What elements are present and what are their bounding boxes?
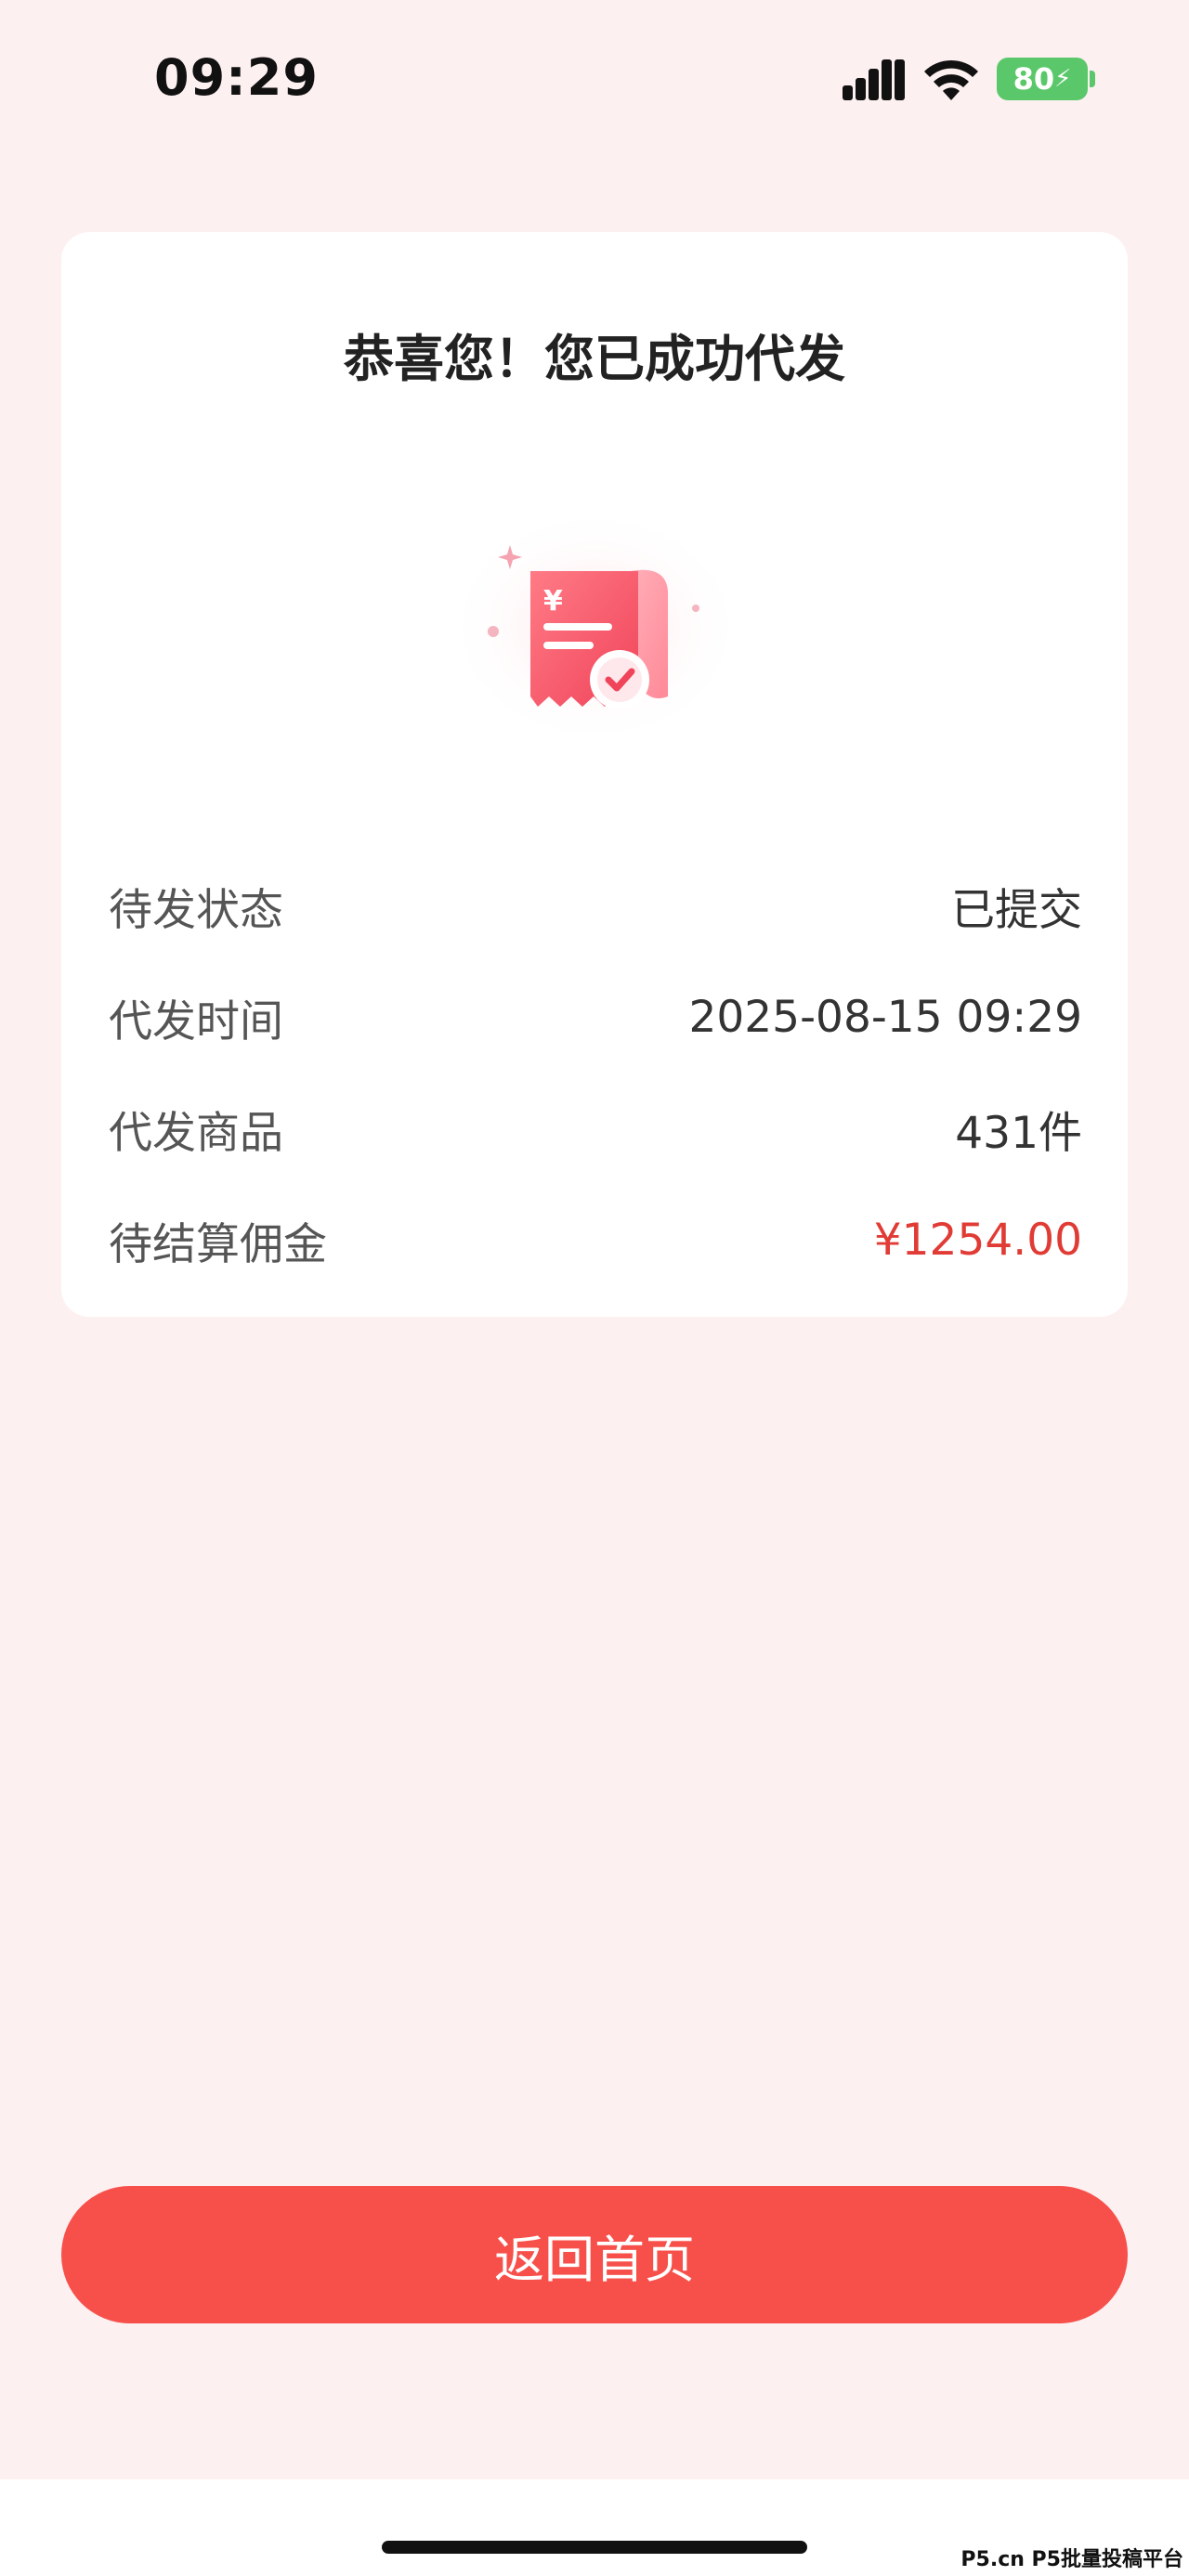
time-label: 代发时间 bbox=[109, 995, 283, 1047]
commission-label: 待结算佣金 bbox=[109, 1218, 327, 1270]
page-title: 恭喜您！您已成功代发 bbox=[344, 330, 845, 388]
battery-charging-icon: 80 ⚡ bbox=[997, 58, 1088, 100]
row-commission: 待结算佣金 ¥1254.00 bbox=[109, 1207, 1082, 1272]
battery-level: 80 bbox=[1013, 61, 1055, 97]
goods-value: 431件 bbox=[955, 1107, 1082, 1159]
status-value: 已提交 bbox=[951, 884, 1082, 936]
watermark: P5.cn P5批量投稿平台 bbox=[960, 2548, 1183, 2571]
wifi-icon bbox=[924, 59, 978, 100]
status-time: 09:29 bbox=[154, 48, 319, 107]
row-status: 待发状态 已提交 bbox=[109, 873, 1082, 938]
result-card: 恭喜您！您已成功代发 ¥ 待发状态 已提交 代发时间 2025-08-15 09… bbox=[61, 232, 1128, 1317]
return-home-button[interactable]: 返回首页 bbox=[61, 2186, 1128, 2323]
cellular-signal-icon bbox=[843, 59, 905, 100]
home-indicator[interactable] bbox=[382, 2541, 807, 2554]
commission-value: ¥1254.00 bbox=[873, 1214, 1082, 1266]
battery-cap bbox=[1090, 71, 1095, 87]
row-goods: 代发商品 431件 bbox=[109, 1096, 1082, 1161]
charging-bolt-icon: ⚡ bbox=[1054, 65, 1072, 93]
status-bar: 09:29 80 ⚡ bbox=[0, 0, 1189, 158]
status-label: 待发状态 bbox=[109, 884, 283, 936]
svg-text:¥: ¥ bbox=[543, 585, 563, 618]
goods-label: 代发商品 bbox=[109, 1107, 283, 1159]
time-value: 2025-08-15 09:29 bbox=[688, 991, 1082, 1043]
receipt-check-icon: ¥ bbox=[445, 506, 746, 748]
row-time: 代发时间 2025-08-15 09:29 bbox=[109, 984, 1082, 1049]
